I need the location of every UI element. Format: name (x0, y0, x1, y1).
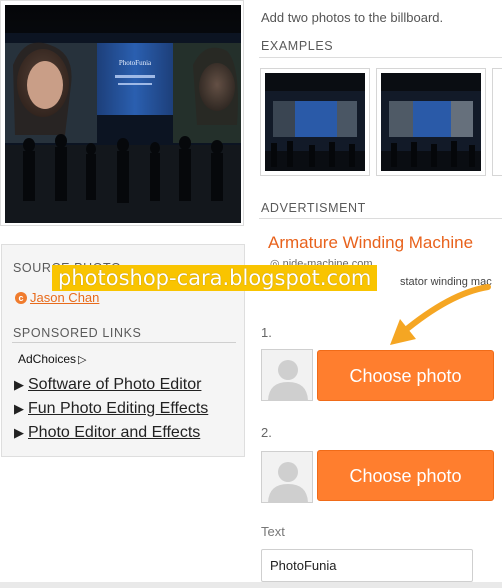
example-thumbnail[interactable] (260, 68, 370, 176)
effect-subtitle: Add two photos to the billboard. (261, 10, 444, 25)
person-icon (262, 452, 312, 502)
step-number: 2. (261, 425, 272, 440)
billboard-text: PhotoFunia (119, 59, 152, 67)
play-arrow-icon: ▶ (14, 425, 24, 440)
advertisement-heading: ADVERTISMENT (261, 201, 366, 215)
advertisement-divider (259, 218, 502, 219)
example-image (265, 73, 365, 171)
photo-placeholder (261, 349, 313, 401)
author-row: c Jason Chan (15, 290, 99, 305)
play-arrow-icon: ▶ (14, 401, 24, 416)
billboard-preview-image: PhotoFunia (5, 5, 241, 223)
cc-icon: c (15, 291, 27, 304)
author-link[interactable]: Jason Chan (30, 290, 99, 305)
example-image (381, 73, 481, 171)
example-thumbnail[interactable] (376, 68, 486, 176)
ad-title-link[interactable]: Armature Winding Machine (268, 233, 473, 253)
text-field-label: Text (261, 524, 285, 539)
effect-preview: PhotoFunia (0, 0, 244, 226)
person-icon (262, 350, 312, 400)
examples-divider (259, 57, 502, 58)
text-input[interactable] (261, 549, 473, 582)
step-number: 1. (261, 325, 272, 340)
choose-photo-button[interactable]: Choose photo (317, 450, 494, 501)
sponsored-link-label: Software of Photo Editor (28, 376, 202, 393)
sponsored-link[interactable]: ▶ Software of Photo Editor (14, 376, 201, 394)
adchoices-link[interactable]: AdChoices ▷ (18, 352, 87, 366)
sponsored-link-label: Photo Editor and Effects (28, 424, 201, 441)
sponsored-link[interactable]: ▶ Photo Editor and Effects (14, 424, 200, 442)
sponsored-link-label: Fun Photo Editing Effects (28, 400, 209, 417)
adchoices-icon: ▷ (78, 353, 87, 366)
sponsored-links-heading: SPONSORED LINKS (13, 326, 142, 340)
example-thumbnail-partial[interactable] (492, 68, 502, 176)
sponsored-link[interactable]: ▶ Fun Photo Editing Effects (14, 400, 208, 418)
watermark-banner: photoshop-cara.blogspot.com (52, 265, 378, 291)
play-arrow-icon: ▶ (14, 377, 24, 392)
orange-arrow-icon (390, 284, 491, 345)
adchoices-label: AdChoices (18, 352, 77, 366)
examples-heading: EXAMPLES (261, 39, 334, 53)
photo-placeholder (261, 451, 313, 503)
sponsored-divider (12, 342, 236, 343)
choose-photo-button[interactable]: Choose photo (317, 350, 494, 401)
bottom-bar (0, 582, 502, 588)
